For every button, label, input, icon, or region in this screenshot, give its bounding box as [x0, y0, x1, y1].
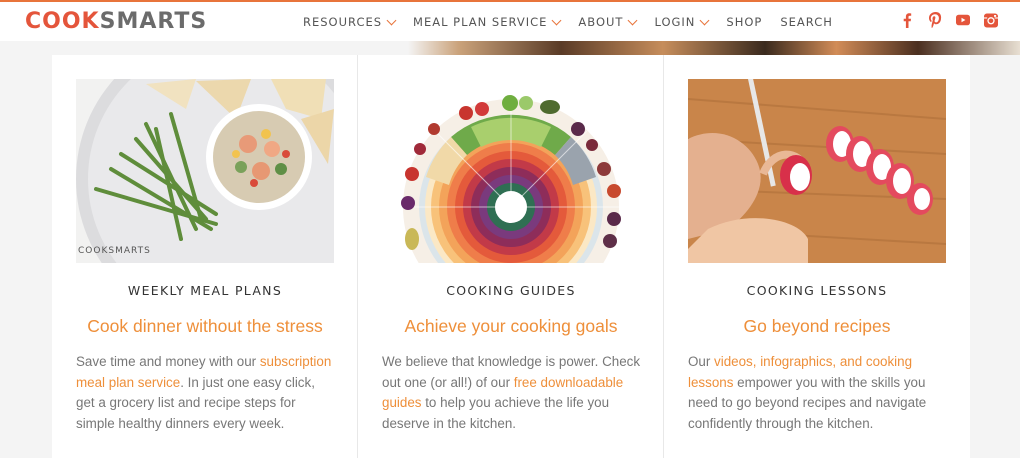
- nav-label: RESOURCES: [303, 15, 383, 29]
- top-navbar: COOKSMARTS RESOURCES MEAL PLAN SERVICE A…: [0, 0, 1020, 41]
- meal-plan-photo[interactable]: COOKSMARTS: [76, 79, 334, 263]
- body-text: Our: [688, 354, 715, 369]
- nav-label: LOGIN: [654, 15, 696, 29]
- chevron-down-icon: [551, 15, 562, 25]
- card-cooking-guides: COOKING GUIDES Achieve your cooking goal…: [358, 55, 664, 458]
- body-text: Save time and money with our: [76, 354, 260, 369]
- facebook-icon[interactable]: [900, 12, 914, 28]
- main-nav: RESOURCES MEAL PLAN SERVICE ABOUT LOGIN …: [303, 15, 833, 29]
- card-title: Achieve your cooking goals: [404, 316, 618, 336]
- social-links: [900, 12, 998, 28]
- logo-text-cook: COOK: [25, 9, 100, 34]
- hero-image-strip: [0, 41, 1020, 55]
- logo-text-smarts: SMARTS: [99, 9, 208, 34]
- instagram-icon[interactable]: [984, 12, 998, 28]
- card-body: Our videos, infographics, and cooking le…: [688, 352, 948, 434]
- nav-shop[interactable]: SHOP: [726, 15, 762, 29]
- youtube-icon[interactable]: [956, 12, 970, 28]
- nav-search[interactable]: SEARCH: [780, 15, 833, 29]
- card-title: Cook dinner without the stress: [87, 316, 323, 336]
- card-title: Go beyond recipes: [743, 316, 891, 336]
- card-body: We believe that knowledge is power. Chec…: [382, 352, 642, 434]
- chevron-down-icon: [699, 15, 710, 25]
- nav-about[interactable]: ABOUT: [578, 15, 638, 29]
- nav-meal-plan-service[interactable]: MEAL PLAN SERVICE: [413, 15, 562, 29]
- card-label: COOKING LESSONS: [746, 283, 888, 298]
- nav-label: SEARCH: [780, 15, 833, 29]
- chevron-down-icon: [628, 15, 638, 25]
- nav-resources[interactable]: RESOURCES: [303, 15, 397, 29]
- photo-watermark: COOKSMARTS: [78, 246, 151, 256]
- card-body: Save time and money with our subscriptio…: [76, 352, 336, 434]
- chevron-down-icon: [386, 15, 397, 25]
- card-label: COOKING GUIDES: [446, 283, 576, 298]
- nav-label: SHOP: [726, 15, 763, 29]
- nav-label: MEAL PLAN SERVICE: [413, 15, 548, 29]
- nav-label: ABOUT: [578, 15, 624, 29]
- card-cooking-lessons: COOKING LESSONS Go beyond recipes Our vi…: [664, 55, 970, 458]
- card-weekly-meal-plans: COOKSMARTS WEEKLY MEAL PLANS Cook dinner…: [52, 55, 358, 458]
- cooking-lesson-photo[interactable]: [688, 79, 946, 263]
- card-label: WEEKLY MEAL PLANS: [127, 283, 283, 298]
- seasonal-produce-infographic[interactable]: [382, 79, 640, 263]
- pinterest-icon[interactable]: [928, 12, 942, 28]
- feature-cards: COOKSMARTS WEEKLY MEAL PLANS Cook dinner…: [52, 55, 970, 458]
- cooksmarts-logo[interactable]: COOKSMARTS: [25, 9, 207, 34]
- nav-login[interactable]: LOGIN: [654, 15, 710, 29]
